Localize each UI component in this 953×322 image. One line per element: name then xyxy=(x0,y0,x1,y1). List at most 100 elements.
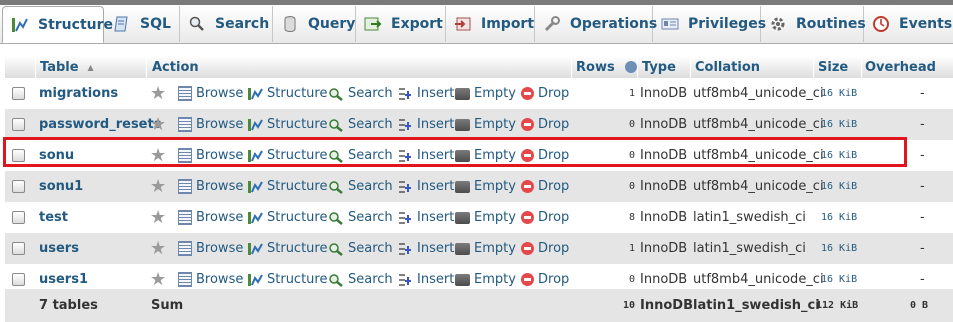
browse-link[interactable]: Browse xyxy=(178,202,243,233)
insert-link[interactable]: Insert xyxy=(397,140,454,171)
table-size-link[interactable]: 16 KiB xyxy=(821,233,857,264)
table-name-link[interactable]: users xyxy=(39,233,149,264)
tab-label: Operations xyxy=(570,16,658,32)
table-row: sonu ★ Browse Structure Search Insert Em… xyxy=(5,140,953,171)
footer-table-count: 7 tables xyxy=(39,289,98,322)
drop-icon xyxy=(521,87,534,100)
header-size[interactable]: Size xyxy=(813,56,866,78)
favorite-star-icon[interactable]: ★ xyxy=(150,78,168,109)
row-checkbox[interactable] xyxy=(12,180,25,193)
tab-sql[interactable]: SQL xyxy=(105,6,180,42)
search-label: Search xyxy=(348,117,393,132)
structure-icon xyxy=(247,272,263,288)
structure-link[interactable]: Structure xyxy=(247,171,327,202)
structure-link[interactable]: Structure xyxy=(247,140,327,171)
table-size-link[interactable]: 16 KiB xyxy=(821,202,857,233)
row-checkbox[interactable] xyxy=(12,149,25,162)
table-size-link[interactable]: 16 KiB xyxy=(821,140,857,171)
table-size-link[interactable]: 16 KiB xyxy=(821,171,857,202)
drop-link[interactable]: Drop xyxy=(521,109,569,140)
table-name-link[interactable]: password_resets xyxy=(39,109,161,140)
row-checkbox[interactable] xyxy=(12,242,25,255)
insert-link[interactable]: Insert xyxy=(397,109,454,140)
empty-link[interactable]: Empty xyxy=(455,202,516,233)
browse-link[interactable]: Browse xyxy=(178,78,243,109)
tab-search[interactable]: Search xyxy=(180,6,273,42)
drop-link[interactable]: Drop xyxy=(521,233,569,264)
browse-link[interactable]: Browse xyxy=(178,140,243,171)
favorite-star-icon[interactable]: ★ xyxy=(150,202,168,233)
table-name-link[interactable]: sonu xyxy=(39,140,149,171)
table-name: users1 xyxy=(39,272,89,287)
tab-privileges[interactable]: Privileges xyxy=(653,6,766,42)
structure-link[interactable]: Structure xyxy=(247,109,327,140)
structure-link[interactable]: Structure xyxy=(247,233,327,264)
empty-link[interactable]: Empty xyxy=(455,109,516,140)
tab-events[interactable]: Events xyxy=(864,6,953,42)
search-link[interactable]: Search xyxy=(328,202,393,233)
structure-link[interactable]: Structure xyxy=(247,202,327,233)
table-name-link[interactable]: test xyxy=(39,202,149,233)
search-link[interactable]: Search xyxy=(328,171,393,202)
row-checkbox-cell xyxy=(12,78,28,109)
row-count-value: 0 xyxy=(628,119,635,130)
favorite-star-icon[interactable]: ★ xyxy=(150,109,168,140)
empty-link[interactable]: Empty xyxy=(455,233,516,264)
table-size-link[interactable]: 16 KiB xyxy=(821,78,857,109)
table-name-link[interactable]: sonu1 xyxy=(39,171,149,202)
structure-label: Structure xyxy=(267,272,328,287)
structure-link[interactable]: Structure xyxy=(247,78,327,109)
insert-link[interactable]: Insert xyxy=(397,233,454,264)
insert-link[interactable]: Insert xyxy=(397,171,454,202)
row-checkbox[interactable] xyxy=(12,273,25,286)
tab-label: Privileges xyxy=(688,16,767,32)
row-checkbox[interactable] xyxy=(12,211,25,224)
header-type-label: Type xyxy=(642,59,676,75)
tab-structure[interactable]: Structure xyxy=(2,6,113,43)
table-size-value: 16 KiB xyxy=(821,150,858,161)
help-icon[interactable] xyxy=(624,61,637,73)
row-checkbox[interactable] xyxy=(12,87,25,100)
empty-link[interactable]: Empty xyxy=(455,140,516,171)
tab-routines[interactable]: Routines xyxy=(761,6,866,42)
favorite-star-icon[interactable]: ★ xyxy=(150,140,168,171)
drop-link[interactable]: Drop xyxy=(521,171,569,202)
search-link[interactable]: Search xyxy=(328,233,393,264)
footer-collation-value: latin1_swedish_ci xyxy=(693,298,820,313)
empty-link[interactable]: Empty xyxy=(455,78,516,109)
insert-link[interactable]: Insert xyxy=(397,202,454,233)
table-name-link[interactable]: migrations xyxy=(39,78,149,109)
insert-link[interactable]: Insert xyxy=(397,78,454,109)
browse-link[interactable]: Browse xyxy=(178,171,243,202)
search-icon xyxy=(328,241,344,257)
header-action: Action xyxy=(146,56,577,78)
collation-value: utf8mb4_unicode_ci xyxy=(693,179,824,194)
table-size-link[interactable]: 16 KiB xyxy=(821,109,857,140)
empty-link[interactable]: Empty xyxy=(455,171,516,202)
tab-export[interactable]: Export xyxy=(356,6,446,42)
header-table[interactable]: Table ▲ xyxy=(35,56,155,78)
search-link[interactable]: Search xyxy=(328,140,393,171)
row-count: 0 xyxy=(571,171,635,202)
tab-operations[interactable]: Operations xyxy=(535,6,657,42)
footer-sum-label: Sum xyxy=(151,298,184,313)
browse-link[interactable]: Browse xyxy=(178,109,243,140)
browse-link[interactable]: Browse xyxy=(178,233,243,264)
row-checkbox[interactable] xyxy=(12,118,25,131)
drop-link[interactable]: Drop xyxy=(521,78,569,109)
header-rows[interactable]: Rows xyxy=(571,56,642,78)
drop-link[interactable]: Drop xyxy=(521,202,569,233)
tab-query[interactable]: Query xyxy=(273,6,356,42)
header-overhead[interactable]: Overhead xyxy=(861,56,953,78)
insert-label: Insert xyxy=(417,86,455,101)
footer-rows: 10 xyxy=(571,289,635,322)
search-link[interactable]: Search xyxy=(328,109,393,140)
search-link[interactable]: Search xyxy=(328,78,393,109)
drop-link[interactable]: Drop xyxy=(521,140,569,171)
favorite-star-icon[interactable]: ★ xyxy=(150,171,168,202)
header-collation[interactable]: Collation xyxy=(690,56,819,78)
tab-import[interactable]: Import xyxy=(446,6,535,42)
row-checkbox-cell xyxy=(12,171,28,202)
favorite-star-icon[interactable]: ★ xyxy=(150,233,168,264)
header-type[interactable]: Type xyxy=(637,56,696,78)
